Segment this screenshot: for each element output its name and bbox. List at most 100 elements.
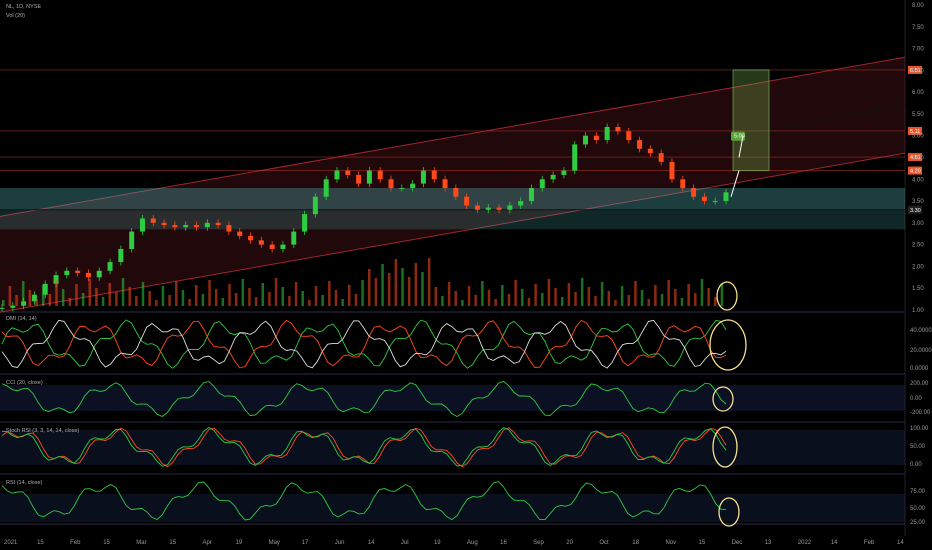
price-tick-label: 5.50 bbox=[912, 112, 924, 118]
chart-canvas[interactable]: 6.515.114.514.203.30 5.00 8.007.507.006.… bbox=[0, 0, 932, 550]
volume-bar bbox=[674, 289, 677, 306]
indicator-tick-label: 0.0000 bbox=[910, 366, 929, 372]
volume-bar bbox=[221, 298, 225, 306]
volume-bar bbox=[354, 294, 358, 306]
candle-body bbox=[691, 188, 697, 197]
candle-body bbox=[215, 222, 221, 226]
volume-bar bbox=[707, 288, 710, 306]
candle-body bbox=[615, 127, 621, 132]
time-tick-label: 15 bbox=[169, 540, 176, 546]
volume-bar bbox=[168, 295, 171, 306]
time-tick-label: 14 bbox=[897, 540, 904, 546]
volume-bar bbox=[720, 283, 724, 306]
candle-body bbox=[377, 170, 383, 180]
price-tick-label: 6.50 bbox=[912, 68, 924, 74]
volume-bar bbox=[614, 300, 617, 306]
volume-bar bbox=[155, 300, 158, 306]
volume-bar bbox=[115, 292, 118, 306]
volume-bar bbox=[387, 273, 391, 306]
time-tick-label: 2022 bbox=[798, 540, 812, 546]
volume-bar bbox=[135, 296, 138, 306]
volume-bar bbox=[494, 299, 497, 306]
time-tick-label: 18 bbox=[632, 540, 639, 546]
volume-bar bbox=[640, 290, 644, 306]
dmi-legend[interactable]: DMI (14, 14) bbox=[6, 316, 37, 322]
candle-body bbox=[150, 218, 156, 223]
time-tick-label: 17 bbox=[302, 540, 309, 546]
candle-body bbox=[518, 201, 524, 206]
volume-bar bbox=[28, 290, 32, 306]
time-tick-label: 15 bbox=[37, 540, 44, 546]
stoch-band bbox=[0, 430, 905, 465]
candle-body bbox=[593, 135, 599, 141]
candle-body bbox=[302, 214, 308, 232]
volume-bar bbox=[261, 283, 265, 306]
price-tick-label: 3.50 bbox=[912, 199, 924, 205]
price-tick-label: 1.00 bbox=[912, 308, 924, 314]
candle-body bbox=[658, 153, 664, 162]
cci-band bbox=[0, 385, 905, 411]
stoch-legend[interactable]: Stoch RSI (3, 3, 14, 14, close) bbox=[6, 428, 80, 434]
volume-bar bbox=[660, 294, 664, 306]
candle-body bbox=[96, 270, 102, 278]
volume-bar bbox=[467, 286, 471, 306]
time-tick-label: 19 bbox=[434, 540, 441, 546]
price-tick-label: 5.00 bbox=[912, 134, 924, 140]
volume-bar bbox=[414, 263, 418, 306]
candle-body bbox=[647, 148, 653, 154]
candle-body bbox=[356, 174, 362, 184]
volume-bar bbox=[268, 292, 271, 306]
indicator-tick-label: 200.00 bbox=[910, 381, 929, 387]
volume-bar bbox=[367, 269, 371, 306]
time-tick-label: Jun bbox=[335, 540, 345, 546]
candle-body bbox=[637, 140, 643, 149]
candle-body bbox=[410, 183, 416, 188]
price-tick-label: 3.00 bbox=[912, 221, 924, 227]
rsi-legend[interactable]: RSI (14, close) bbox=[6, 480, 43, 486]
candle-body bbox=[442, 179, 448, 188]
volume-bar bbox=[181, 290, 185, 306]
candle-body bbox=[669, 161, 675, 180]
volume-legend[interactable]: Vol (20) bbox=[6, 13, 25, 19]
volume-bar bbox=[328, 281, 331, 306]
volume-bar bbox=[594, 296, 597, 306]
volume-bar bbox=[248, 288, 251, 306]
candle-body bbox=[139, 218, 145, 232]
time-tick-label: Apr bbox=[202, 540, 211, 546]
cci-legend[interactable]: CCI (20, close) bbox=[6, 380, 43, 386]
volume-bar bbox=[121, 278, 125, 306]
volume-bar bbox=[321, 295, 324, 306]
candle-body bbox=[183, 225, 189, 228]
volume-bar bbox=[654, 285, 657, 306]
volume-bar bbox=[587, 287, 591, 306]
volume-bar bbox=[600, 282, 604, 306]
support-zone-lower bbox=[0, 209, 905, 230]
time-tick-label: 15 bbox=[699, 540, 706, 546]
candle-body bbox=[85, 272, 91, 278]
price-tick-label: 7.00 bbox=[912, 47, 924, 53]
candle-body bbox=[539, 179, 545, 188]
candle-body bbox=[474, 205, 480, 210]
volume-bar bbox=[288, 296, 291, 306]
volume-bar bbox=[647, 299, 650, 306]
time-tick-label: 14 bbox=[831, 540, 838, 546]
price-tick-label: 2.00 bbox=[912, 264, 924, 270]
volume-bar bbox=[461, 300, 464, 306]
volume-bar bbox=[634, 281, 637, 306]
candle-body bbox=[572, 144, 578, 171]
time-tick-label: Dec bbox=[732, 540, 743, 546]
volume-bar bbox=[334, 290, 338, 306]
volume-bar bbox=[188, 299, 191, 306]
candle-body bbox=[323, 179, 329, 197]
indicator-tick-label: 0.00 bbox=[910, 462, 922, 468]
time-tick-label: 20 bbox=[566, 540, 573, 546]
candle-body bbox=[701, 196, 707, 202]
symbol-title[interactable]: NL, 1D, NYSE bbox=[6, 4, 41, 10]
indicator-tick-label: 0.00 bbox=[910, 396, 922, 402]
rsi-band bbox=[0, 494, 905, 522]
volume-bar bbox=[161, 286, 165, 306]
volume-bar bbox=[348, 285, 351, 306]
target-box bbox=[732, 69, 770, 172]
volume-bar bbox=[481, 281, 484, 306]
candle-body bbox=[453, 188, 459, 197]
